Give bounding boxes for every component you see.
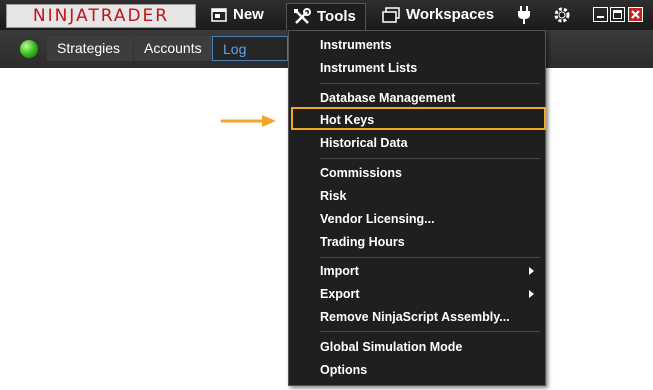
close-icon[interactable]: [628, 7, 643, 22]
menu-item-instrument-lists[interactable]: Instrument Lists: [320, 59, 417, 77]
workspaces-menu-label: Workspaces: [406, 6, 495, 23]
workspaces-icon: [382, 7, 400, 23]
menu-item-export[interactable]: Export: [320, 285, 540, 303]
menu-item-remove-ninjascript-assembly[interactable]: Remove NinjaScript Assembly...: [320, 308, 510, 326]
menu-item-database-management[interactable]: Database Management: [320, 89, 455, 107]
menu-item-vendor-licensing[interactable]: Vendor Licensing...: [320, 210, 435, 228]
tools-menu-button[interactable]: Tools: [286, 3, 366, 30]
menu-item-global-simulation-mode[interactable]: Global Simulation Mode: [320, 338, 462, 356]
connection-plug-icon[interactable]: [517, 6, 531, 29]
tab-accounts[interactable]: Accounts: [134, 36, 212, 61]
menu-item-import[interactable]: Import: [320, 262, 540, 280]
menu-separator: [320, 158, 540, 159]
tools-menu-label: Tools: [317, 8, 356, 25]
tab-log[interactable]: Log: [212, 36, 288, 61]
new-window-icon: [211, 8, 227, 22]
hot-keys-highlight-box: [291, 107, 546, 130]
workspaces-menu-button[interactable]: Workspaces: [376, 3, 500, 27]
submenu-arrow-icon: [529, 267, 534, 275]
minimize-icon[interactable]: [593, 7, 608, 22]
tools-dropdown-menu: Instruments Instrument Lists Database Ma…: [288, 30, 546, 386]
menu-item-import-label: Import: [320, 264, 359, 278]
new-menu-label: New: [233, 6, 264, 23]
settings-gear-icon[interactable]: [553, 6, 571, 29]
menu-separator: [320, 257, 540, 258]
menu-item-instruments[interactable]: Instruments: [320, 36, 392, 54]
connection-status-icon: [20, 40, 38, 58]
tools-icon: [293, 8, 311, 26]
new-menu-button[interactable]: New: [205, 3, 270, 27]
menu-item-commissions[interactable]: Commissions: [320, 164, 402, 182]
tab-strategies[interactable]: Strategies: [47, 36, 133, 61]
menu-item-historical-data[interactable]: Historical Data: [320, 134, 408, 152]
pointer-arrow-icon: [220, 114, 278, 133]
menu-item-export-label: Export: [320, 287, 360, 301]
submenu-arrow-icon: [529, 290, 534, 298]
maximize-icon[interactable]: [610, 7, 625, 22]
menu-item-options[interactable]: Options: [320, 361, 367, 379]
menu-separator: [320, 331, 540, 332]
menu-item-trading-hours[interactable]: Trading Hours: [320, 233, 405, 251]
menu-item-risk[interactable]: Risk: [320, 187, 346, 205]
menu-separator: [320, 83, 540, 84]
ninjatrader-logo: NINJATRADER: [6, 4, 196, 28]
